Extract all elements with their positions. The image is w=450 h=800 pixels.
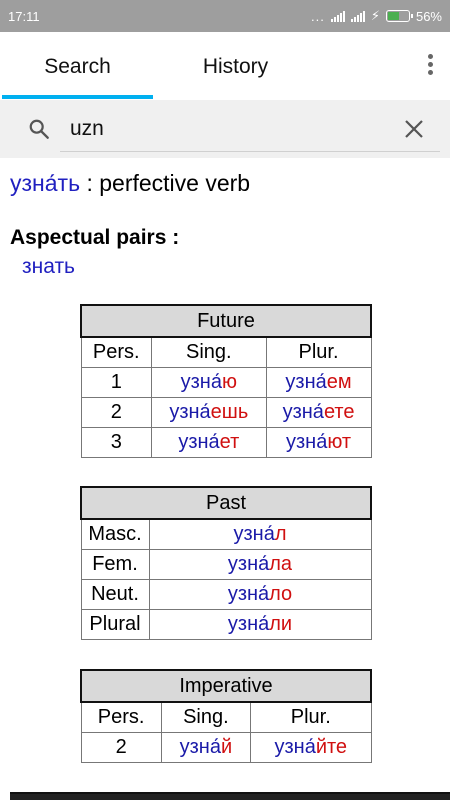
form-cell: узна́ем: [265, 366, 372, 398]
person-cell: 2: [80, 396, 153, 428]
part-of-speech: : perfective verb: [80, 170, 251, 196]
column-header: Sing.: [160, 701, 252, 733]
search-bar: [0, 100, 450, 158]
table-row: 3 узна́ет узна́ют: [80, 426, 372, 458]
search-input[interactable]: [70, 114, 388, 144]
gender-cell: Neut.: [80, 578, 150, 610]
signal-icon-2: [350, 10, 365, 22]
gender-cell: Fem.: [80, 548, 150, 580]
overflow-menu-icon[interactable]: [426, 54, 434, 82]
past-table: Past Masc. узна́л Fem. узна́ла Neut. узн…: [80, 486, 372, 640]
search-icon: [29, 119, 49, 139]
status-bar: 17:11 ... ⚡ 56%: [0, 0, 450, 32]
form-cell: узна́ют: [265, 426, 372, 458]
form-cell: узна́ли: [148, 608, 372, 640]
form-cell: узна́ешь: [151, 396, 267, 428]
table-title: Imperative: [80, 669, 372, 703]
form-cell: узна́ла: [148, 548, 372, 580]
tab-search[interactable]: Search: [2, 32, 153, 100]
status-time: 17:11: [8, 9, 40, 24]
table-row: Fem. узна́ла: [80, 548, 372, 580]
battery-icon: [385, 10, 413, 22]
imperative-table: Imperative Pers. Sing. Plur. 2 узна́й уз…: [80, 669, 372, 763]
form-cell: узна́ет: [151, 426, 267, 458]
search-underline: [60, 151, 440, 152]
tab-bar: Search History: [0, 32, 450, 100]
form-cell: узна́йте: [250, 731, 372, 763]
form-cell: узна́ете: [265, 396, 372, 428]
column-header: Plur.: [265, 336, 372, 368]
person-cell: 3: [80, 426, 153, 458]
gender-cell: Plural: [80, 608, 150, 640]
aspectual-pair-link[interactable]: знать: [22, 255, 75, 279]
tab-history[interactable]: History: [160, 32, 311, 100]
battery-fill: [387, 12, 399, 20]
close-icon[interactable]: [404, 119, 424, 139]
table-row: 1 узна́ю узна́ем: [80, 366, 372, 398]
column-header: Plur.: [250, 701, 372, 733]
active-tab-indicator: [2, 95, 153, 99]
charging-icon: ⚡: [370, 8, 380, 23]
future-table: Future Pers. Sing. Plur. 1 узна́ю узна́е…: [80, 304, 372, 458]
form-cell: узна́л: [148, 518, 372, 550]
gender-cell: Masc.: [80, 518, 150, 550]
table-title: Past: [80, 486, 372, 520]
column-header: Pers.: [80, 701, 162, 733]
form-cell: узна́й: [160, 731, 252, 763]
column-header: Pers.: [80, 336, 153, 368]
table-row: 2 узна́ешь узна́ете: [80, 396, 372, 428]
table-row: Plural узна́ли: [80, 608, 372, 640]
next-table-edge: [10, 792, 450, 800]
person-cell: 2: [80, 731, 162, 763]
signal-icon: [330, 10, 345, 22]
table-title: Future: [80, 304, 372, 338]
headword-text: узна́ть: [10, 170, 81, 196]
notification-dots-icon: ...: [310, 8, 325, 24]
column-header: Sing.: [151, 336, 267, 368]
form-cell: узна́ло: [148, 578, 372, 610]
headword: узна́ть : perfective verb: [10, 170, 250, 197]
table-row: Neut. узна́ло: [80, 578, 372, 610]
table-row: 2 узна́й узна́йте: [80, 731, 372, 763]
aspectual-pairs-title: Aspectual pairs :: [10, 226, 180, 249]
person-cell: 1: [80, 366, 153, 398]
form-cell: узна́ю: [151, 366, 267, 398]
table-row: Masc. узна́л: [80, 518, 372, 550]
battery-percent: 56%: [415, 8, 442, 24]
status-icons: ... ⚡ 56%: [311, 8, 442, 24]
